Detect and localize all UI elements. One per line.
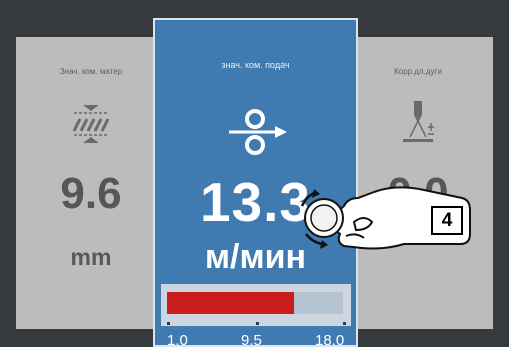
range-min-label: 1.0 <box>167 332 188 347</box>
range-mid-label: 9.5 <box>241 332 262 347</box>
parameter-unit: mm <box>70 244 112 270</box>
range-track <box>167 292 343 314</box>
range-max-label: 18.0 <box>315 332 345 347</box>
material-thickness-icon <box>72 105 110 143</box>
parameter-title: знач. ком. подач <box>221 60 290 70</box>
step-number-badge: 4 <box>431 206 463 235</box>
welder-display-screen: Знач. ком. матер 9.6 mm Корр.дл.дуги зна… <box>0 0 509 347</box>
range-tick-mid <box>256 322 259 325</box>
value-range-bar <box>161 284 351 326</box>
parameter-title: Корр.дл.дуги <box>394 67 442 76</box>
range-tick-min <box>167 322 170 325</box>
parameter-title: Знач. ком. матер <box>59 67 123 76</box>
range-tick-max <box>343 322 346 325</box>
parameter-card-material-thickness[interactable]: Знач. ком. матер 9.6 mm <box>16 37 166 329</box>
wire-feed-icon <box>229 109 287 155</box>
parameter-value: 9.6 <box>60 169 122 218</box>
range-fill <box>167 292 294 314</box>
arc-length-icon <box>403 101 434 142</box>
